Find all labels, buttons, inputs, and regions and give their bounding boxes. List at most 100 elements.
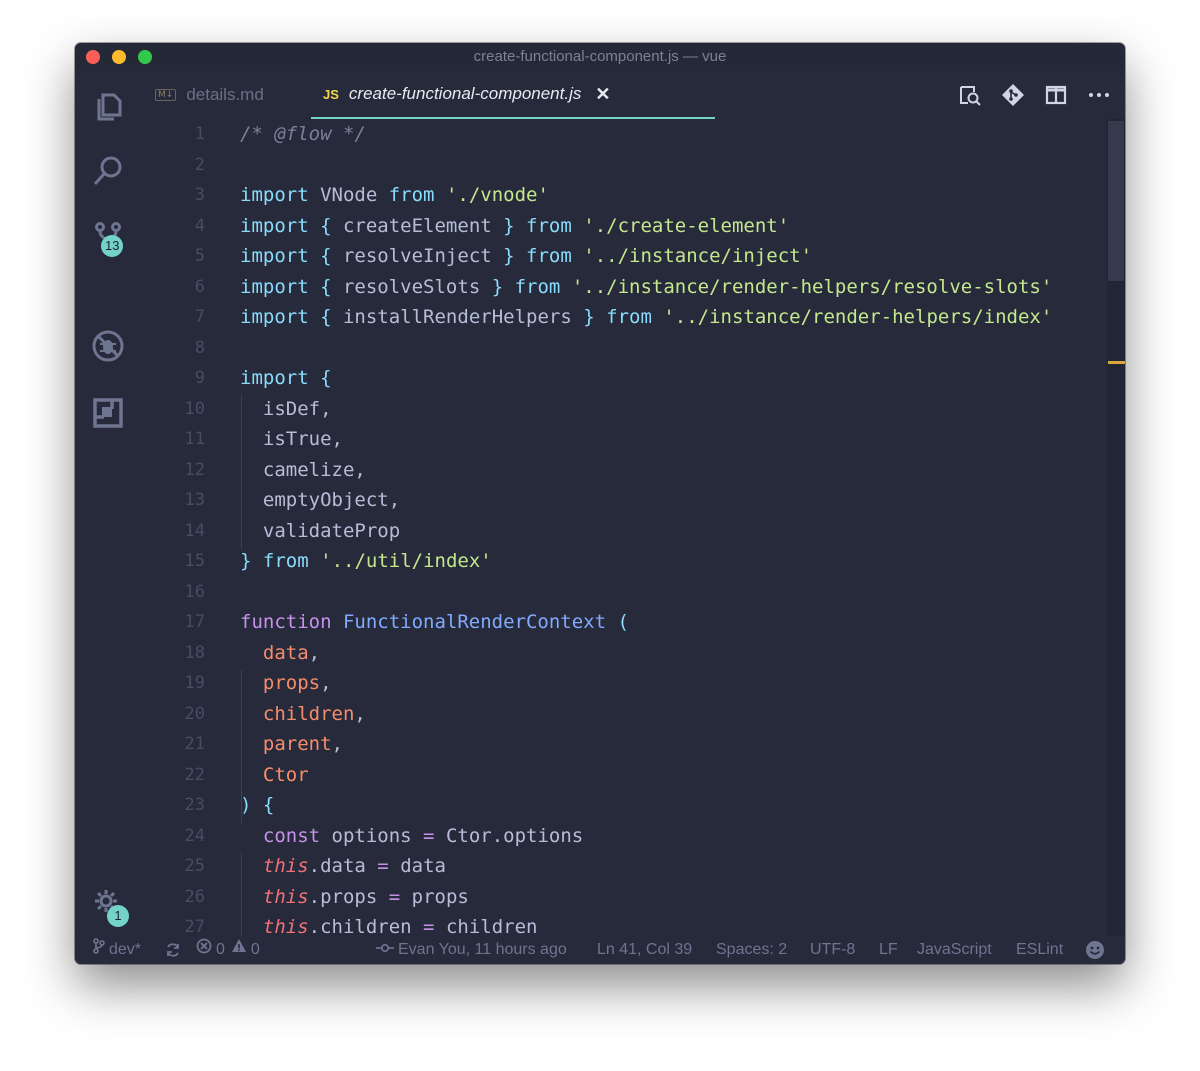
minimize-window-button[interactable] bbox=[112, 50, 126, 64]
eol-setting[interactable]: LF bbox=[879, 936, 898, 964]
line-number: 18 bbox=[184, 642, 205, 663]
code-token: , bbox=[320, 672, 332, 694]
close-window-button[interactable] bbox=[86, 50, 100, 64]
code-token: /* @flow */ bbox=[240, 123, 366, 145]
git-blame[interactable]: Evan You, 11 hours ago bbox=[376, 936, 567, 964]
line-number: 10 bbox=[184, 398, 205, 419]
code-token: function bbox=[240, 611, 332, 633]
close-tab-icon[interactable]: ✕ bbox=[595, 84, 610, 105]
code-token: , bbox=[331, 733, 343, 755]
code-token: resolveSlots bbox=[331, 275, 492, 298]
split-editor-icon[interactable] bbox=[1044, 83, 1068, 107]
code-token: parent bbox=[262, 733, 332, 755]
line-number: 7 bbox=[194, 307, 205, 327]
language-mode[interactable]: JavaScript bbox=[917, 936, 992, 964]
indentation-setting[interactable]: Spaces: 2 bbox=[716, 936, 787, 964]
line-number: 4 bbox=[194, 215, 205, 236]
line-code: emptyObject, bbox=[240, 485, 400, 516]
gear-icon[interactable]: 1 bbox=[90, 887, 129, 927]
branch-indicator[interactable]: dev* bbox=[93, 936, 141, 964]
code-token: ( bbox=[617, 611, 629, 633]
line-code: isDef, bbox=[240, 394, 332, 425]
code-token: emptyObject, bbox=[240, 489, 401, 511]
sync-icon[interactable] bbox=[165, 936, 181, 964]
code-token: import bbox=[240, 275, 309, 298]
line-number: 2 bbox=[194, 154, 205, 175]
tab-create-functional-component[interactable]: JS create-functional-component.js ✕ bbox=[311, 71, 715, 119]
line-code: parent, bbox=[240, 729, 343, 760]
line-code: } from '../util/index' bbox=[240, 546, 492, 577]
eslint-status[interactable]: ESLint bbox=[1016, 936, 1063, 964]
vertical-scrollbar[interactable] bbox=[1107, 119, 1125, 936]
source-control-icon[interactable]: 13 bbox=[90, 219, 126, 257]
code-token: { bbox=[320, 214, 332, 237]
git-compare-icon[interactable] bbox=[1001, 83, 1025, 107]
code-token: { bbox=[320, 275, 332, 298]
problems-indicator[interactable]: 0 0 bbox=[196, 936, 260, 964]
code-token: { bbox=[320, 367, 332, 389]
line-code: import { resolveInject } from '../instan… bbox=[240, 241, 812, 272]
code-token: import bbox=[240, 184, 309, 206]
line-number: 8 bbox=[194, 337, 205, 358]
debug-icon[interactable] bbox=[90, 328, 126, 364]
activity-bar: 13 1 bbox=[75, 71, 141, 936]
code-token: .props bbox=[308, 885, 389, 908]
line-code: this.children = children bbox=[240, 912, 538, 936]
code-token: resolveInject bbox=[331, 245, 504, 267]
line-code: ) { bbox=[240, 790, 274, 821]
line-number: 17 bbox=[184, 612, 205, 632]
encoding-setting[interactable]: UTF-8 bbox=[810, 936, 855, 964]
code-token: '../util/index' bbox=[320, 550, 492, 572]
code-token: ) bbox=[240, 794, 252, 816]
zoom-window-button[interactable] bbox=[138, 50, 152, 64]
code-token: VNode bbox=[308, 184, 389, 206]
code-token: } bbox=[583, 306, 595, 328]
search-icon[interactable] bbox=[90, 153, 126, 189]
code-token: Ctor bbox=[262, 763, 309, 786]
code-token: , bbox=[308, 641, 321, 664]
open-preview-icon[interactable] bbox=[958, 83, 982, 107]
error-icon bbox=[196, 936, 212, 964]
code-token: import bbox=[240, 306, 309, 328]
code-token: const bbox=[262, 824, 321, 847]
code-token: from bbox=[526, 214, 572, 237]
more-icon[interactable] bbox=[1087, 83, 1111, 107]
scrollbar-thumb[interactable] bbox=[1108, 121, 1124, 281]
code-token: camelize, bbox=[240, 458, 366, 481]
line-number: 16 bbox=[184, 581, 205, 602]
code-token: options bbox=[320, 824, 424, 847]
code-token: validateProp bbox=[240, 519, 401, 542]
code-token: createElement bbox=[331, 214, 504, 237]
window-title: create-functional-component.js — vue bbox=[473, 48, 727, 65]
line-number: 9 bbox=[194, 368, 205, 388]
feedback-smiley-icon[interactable] bbox=[1085, 936, 1105, 964]
code-token: children bbox=[434, 916, 538, 936]
code-token: isDef, bbox=[240, 397, 332, 420]
tab-details-md[interactable]: M↓ details.md bbox=[155, 71, 264, 119]
code-editor[interactable]: 1/* @flow */2 3 import VNode from './vnode… bbox=[141, 119, 1107, 936]
code-token: this bbox=[262, 855, 309, 877]
line-number: 22 bbox=[184, 764, 205, 785]
error-count: 0 bbox=[216, 941, 225, 958]
code-token: import bbox=[240, 245, 309, 267]
files-icon[interactable] bbox=[90, 87, 126, 123]
cursor-position[interactable]: Ln 41, Col 39 bbox=[597, 936, 692, 964]
code-token: children bbox=[262, 702, 355, 725]
line-code: import { resolveSlots } from '../instanc… bbox=[240, 272, 1052, 303]
line-code: props, bbox=[240, 668, 332, 699]
line-number: 20 bbox=[184, 703, 205, 724]
extensions-icon[interactable] bbox=[90, 395, 126, 431]
code-token: data bbox=[388, 855, 446, 877]
line-code: this.data = data bbox=[240, 851, 446, 882]
code-token: './create-element' bbox=[583, 214, 790, 237]
line-number: 26 bbox=[184, 886, 205, 907]
code-token: from bbox=[262, 550, 309, 572]
code-token: props bbox=[400, 885, 469, 908]
